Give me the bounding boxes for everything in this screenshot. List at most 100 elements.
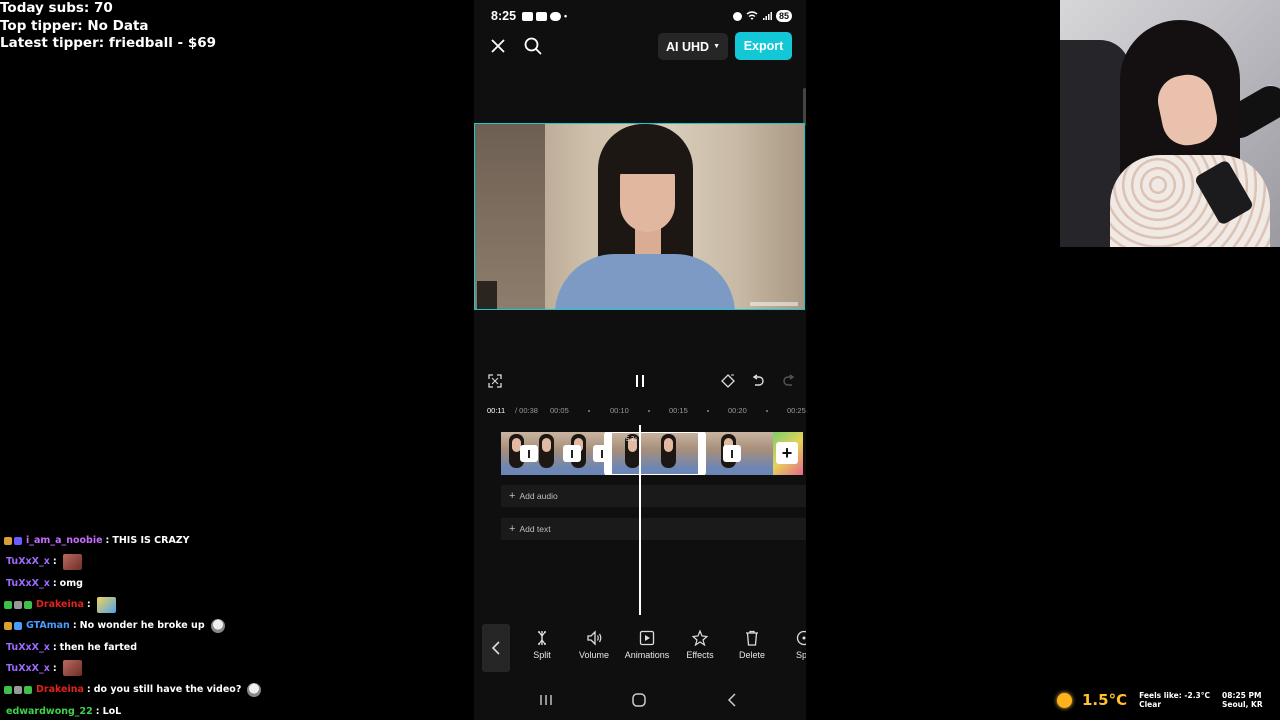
chat-text: No wonder he broke up <box>79 620 205 632</box>
top-tipper: Top tipper: No Data <box>0 17 149 34</box>
transition-button[interactable] <box>563 445 581 462</box>
speed-icon <box>796 630 806 646</box>
preview-bangs <box>615 142 681 174</box>
chat-username[interactable]: Drakeina <box>36 599 84 610</box>
add-audio-label: Add audio <box>519 491 558 501</box>
quality-label: AI UHD <box>666 39 710 54</box>
edit-toolbar: Split Volume Animations Effects Delete S… <box>474 624 806 674</box>
keyframe-icon <box>721 374 735 388</box>
effects-tool[interactable]: Effects <box>673 630 727 660</box>
chat-badge-icon <box>24 685 32 694</box>
playhead[interactable] <box>639 425 641 615</box>
volume-icon <box>587 630 602 646</box>
fullscreen-button[interactable] <box>486 372 504 390</box>
cloud-icon <box>550 11 562 21</box>
battery-indicator: 85 <box>775 10 792 22</box>
chat-text: then he farted <box>59 641 138 653</box>
chat-username[interactable]: TuXxX_x <box>6 663 50 674</box>
tick-label: 00:25 <box>787 406 806 415</box>
android-nav-bar <box>474 680 806 720</box>
add-clip-button[interactable]: + <box>776 442 798 464</box>
chat-message: TuXxX_x: then he farted <box>4 636 334 657</box>
effects-icon <box>692 630 708 646</box>
avatar-emote-icon <box>247 682 262 697</box>
delete-tool[interactable]: Delete <box>725 630 779 660</box>
selected-clip[interactable] <box>604 432 706 475</box>
weather-details: Feels like: -2.3°C Clear <box>1139 691 1210 709</box>
back-button[interactable] <box>720 690 744 710</box>
chat-username[interactable]: TuXxX_x <box>6 642 50 653</box>
plus-icon: + <box>509 490 516 502</box>
close-button[interactable] <box>484 32 512 60</box>
transition-button[interactable] <box>520 445 538 462</box>
add-text-lane[interactable]: + Add text <box>501 518 806 540</box>
redo-button[interactable] <box>780 372 798 390</box>
keyframe-button[interactable] <box>719 372 737 390</box>
undo-icon <box>752 374 764 386</box>
total-time: / 00:38 <box>515 406 538 415</box>
chevron-left-icon <box>491 641 500 655</box>
chat-username[interactable]: edwardwong_22 <box>6 706 93 717</box>
timeline-ruler[interactable]: 00:11 / 00:38 00:05 00:10 00:15 00:20 00… <box>474 405 806 417</box>
add-text-label: Add text <box>519 524 551 534</box>
chat-badge-icon <box>14 685 22 694</box>
split-tool[interactable]: Split <box>515 630 569 660</box>
chat-text: omg <box>59 577 83 589</box>
tick-dot <box>648 410 650 412</box>
video-track[interactable]: 5.7s + <box>501 432 806 475</box>
chat-text: LoL <box>102 705 122 717</box>
pause-button[interactable] <box>631 372 649 390</box>
animations-tool[interactable]: Animations <box>620 630 674 660</box>
playback-controls <box>474 372 806 390</box>
sun-icon <box>1057 692 1072 708</box>
wifi-icon <box>746 11 758 20</box>
delete-label: Delete <box>738 650 765 660</box>
close-icon <box>491 39 505 53</box>
speed-label: Spe <box>795 650 806 660</box>
youtube-icon <box>536 11 548 21</box>
toolbar-back-button[interactable] <box>482 624 510 672</box>
weather-time-location: 08:25 PM Seoul, KR <box>1222 691 1263 709</box>
chat-badge-icon <box>14 621 22 630</box>
pause-icon <box>636 375 644 387</box>
scroll-indicator[interactable] <box>803 88 806 126</box>
tick-dot <box>707 410 709 412</box>
quality-dropdown[interactable]: AI UHD ▼ <box>658 33 728 60</box>
selected-clip-duration: 5.7s <box>626 437 638 443</box>
export-button[interactable]: Export <box>735 32 792 60</box>
phone-screen: 8:25 • 85 AI UHD ▼ Export 00:11 / 00:38 … <box>474 0 806 720</box>
dnd-icon <box>732 11 742 21</box>
video-preview[interactable] <box>474 123 805 310</box>
preview-shelf <box>477 281 497 309</box>
add-audio-lane[interactable]: + Add audio <box>501 485 806 507</box>
chat-badge-icon <box>4 685 12 694</box>
transition-icon <box>571 449 573 458</box>
chat-username[interactable]: TuXxX_x <box>6 556 50 567</box>
tick-label: 00:15 <box>669 406 688 415</box>
weather-location: Seoul, KR <box>1222 700 1263 709</box>
speed-tool[interactable]: Spe <box>777 630 806 660</box>
chat-message: edwardwong_22: LoL <box>4 700 334 720</box>
volume-tool[interactable]: Volume <box>567 630 621 660</box>
chat-text: do you still have the video? <box>93 684 242 696</box>
avatar-emote-icon <box>210 618 225 633</box>
chat-username[interactable]: GTAman <box>26 620 70 631</box>
status-bar: 8:25 • 85 <box>491 8 792 24</box>
search-button[interactable] <box>519 32 547 60</box>
transition-icon <box>528 449 530 458</box>
transition-button[interactable] <box>723 445 741 462</box>
chat-separator: : <box>52 556 57 568</box>
current-time: 00:11 <box>487 406 506 415</box>
plus-icon: + <box>509 523 516 535</box>
undo-button[interactable] <box>749 372 767 390</box>
chat-badge-icon <box>4 621 12 630</box>
chat-username[interactable]: Drakeina <box>36 684 84 695</box>
chat-badge-icon <box>4 600 12 609</box>
home-button[interactable] <box>627 690 651 710</box>
recents-button[interactable] <box>534 690 558 710</box>
face-emote-icon <box>62 553 82 570</box>
chat-username[interactable]: TuXxX_x <box>6 578 50 589</box>
chat-username[interactable]: i_am_a_noobie <box>26 535 103 546</box>
editor-top-bar: AI UHD ▼ Export <box>474 32 806 60</box>
chat-message: i_am_a_noobie: THIS IS CRAZY <box>4 530 334 551</box>
